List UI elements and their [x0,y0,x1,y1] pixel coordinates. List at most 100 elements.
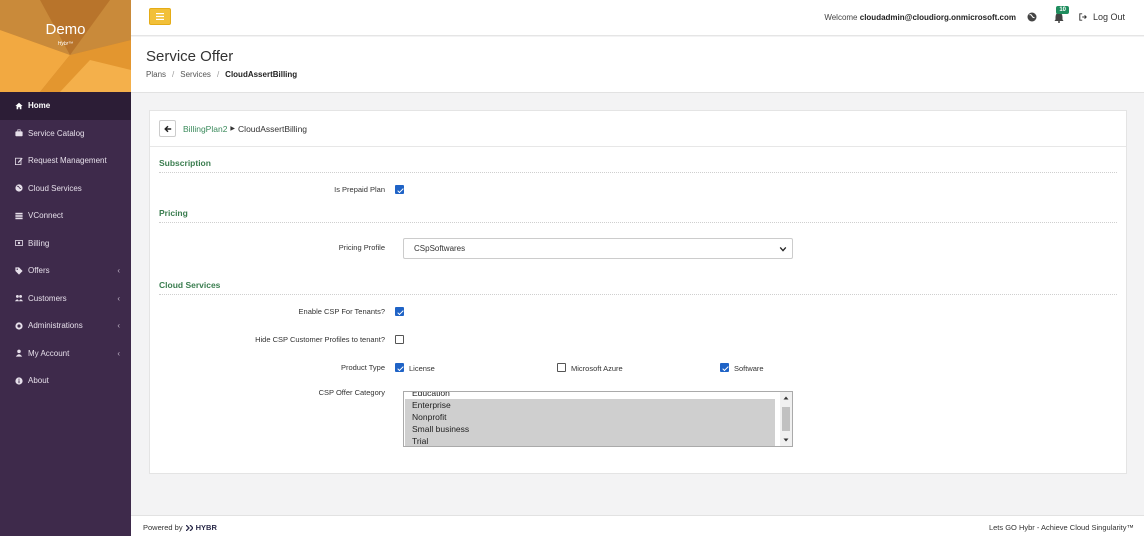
sidebar-item-label: Service Catalog [28,128,85,138]
pricing-profile-select[interactable]: CSpSoftwares [403,238,793,259]
billing-plan-link[interactable]: BillingPlan2 [183,124,227,134]
panel-header: BillingPlan2 ▶ CloudAssertBilling [150,111,1126,147]
briefcase-icon [14,129,23,138]
money-icon [14,239,23,248]
service-offer-panel: BillingPlan2 ▶ CloudAssertBilling Subscr… [149,110,1127,474]
hide-csp-label: Hide CSP Customer Profiles to tenant? [255,335,385,344]
brand-title: Demo [45,21,86,38]
product-type-license-label: License [409,364,435,373]
prepaid-plan-label: Is Prepaid Plan [334,185,385,194]
logout-button[interactable]: Log Out [1079,12,1125,22]
scroll-up-icon[interactable] [780,394,792,402]
sidebar-item-label: Customers [28,293,67,303]
sidebar-item-label: Request Management [28,156,107,166]
offer-category-option[interactable]: Small business [405,423,775,435]
sidebar-nav: Home Service Catalog Request Management … [0,92,131,395]
scroll-down-icon[interactable] [780,436,792,444]
sidebar-item-service-catalog[interactable]: Service Catalog [0,120,131,148]
hybr-logo-icon [185,524,193,531]
chevron-left-icon: ‹ [117,266,120,275]
section-title-subscription: Subscription [159,158,211,168]
sidebar-item-label: Cloud Services [28,183,82,193]
user-email: cloudadmin@cloudiorg.onmicrosoft.com [859,13,1016,22]
section-divider [159,222,1117,223]
breadcrumb-plans[interactable]: Plans [146,70,166,79]
section-title-pricing: Pricing [159,208,188,218]
sidebar-item-customers[interactable]: Customers ‹ [0,285,131,313]
globe-icon[interactable] [1027,12,1037,22]
footer: Powered by HYBR Lets GO Hybr - Achieve C… [131,515,1144,536]
chevron-left-icon: ‹ [117,321,120,330]
brand-header: Demo Hybr™ [0,0,131,92]
sidebar: Demo Hybr™ Home Service Catalog Request … [0,0,131,536]
offer-category-label: CSP Offer Category [318,388,385,397]
offer-category-options: Education Enterprise Nonprofit Small bus… [405,392,775,446]
sidebar-item-about[interactable]: About [0,367,131,395]
chevron-left-icon: ‹ [117,348,120,358]
notification-badge: 10 [1056,6,1069,14]
chevron-down-icon [779,246,787,252]
powered-by-text: Powered by [143,523,183,532]
menu-toggle-button[interactable] [149,8,171,25]
product-type-software-label: Software [734,364,764,373]
enable-csp-label: Enable CSP For Tenants? [298,307,385,316]
enable-csp-checkbox[interactable] [395,307,404,316]
sign-out-icon [1079,13,1087,21]
sidebar-item-my-account[interactable]: My Account ‹ [0,340,131,368]
scroll-thumb[interactable] [782,407,790,431]
product-type-software-checkbox[interactable] [720,363,729,372]
home-icon [14,101,23,110]
edit-icon [14,156,23,165]
offer-category-option[interactable]: Nonprofit [405,411,775,423]
sidebar-item-administrations[interactable]: Administrations ‹ [0,312,131,340]
life-ring-icon [14,321,23,330]
offer-category-option[interactable]: Education [405,392,775,399]
sidebar-item-label: Administrations [28,321,83,331]
breadcrumb-separator: / [216,70,220,79]
sidebar-item-vconnect[interactable]: VConnect [0,202,131,230]
current-service-name: CloudAssertBilling [238,123,308,134]
sidebar-item-home[interactable]: Home [0,92,131,120]
section-title-cloud-services: Cloud Services [159,280,221,290]
product-type-azure-checkbox[interactable] [557,363,566,372]
user-icon [14,349,23,358]
sidebar-item-offers[interactable]: Offers ‹ [0,257,131,285]
logout-label: Log Out [1092,12,1125,22]
pricing-profile-label: Pricing Profile [338,243,385,252]
hybr-logo-text: HYBR [195,523,217,532]
server-icon [14,211,23,220]
breadcrumb-separator: / [172,70,175,79]
chevron-left-icon: ‹ [117,293,120,303]
product-type-license-checkbox[interactable] [395,363,404,372]
listbox-scrollbar[interactable] [780,392,792,446]
sidebar-item-label: Home [28,101,51,111]
caret-right-icon: ▶ [230,126,236,132]
back-button[interactable] [159,120,176,137]
sidebar-item-label: VConnect [28,211,64,221]
offer-category-option[interactable]: Trial [405,435,775,446]
globe-icon [14,184,23,193]
sidebar-item-cloud-services[interactable]: Cloud Services [0,175,131,203]
offer-category-listbox[interactable]: Education Enterprise Nonprofit Small bus… [403,391,793,447]
breadcrumb-current: CloudAssertBilling [225,70,298,79]
footer-powered-by: Powered by HYBR [143,523,217,532]
page-header: Service Offer Plans / Services / CloudAs… [131,37,1144,93]
arrow-left-icon [163,125,171,132]
sidebar-item-request-management[interactable]: Request Management [0,147,131,175]
breadcrumb: Plans / Services / CloudAssertBilling [146,70,297,79]
top-bar: Welcome cloudadmin@cloudiorg.onmicrosoft… [131,0,1144,36]
hide-csp-checkbox[interactable] [395,335,404,344]
offer-category-option[interactable]: Enterprise [405,399,775,411]
sidebar-item-label: Offers [28,266,50,276]
info-icon [14,376,23,385]
product-type-azure-label: Microsoft Azure [571,364,623,373]
sidebar-item-billing[interactable]: Billing [0,230,131,258]
prepaid-plan-checkbox[interactable] [395,185,404,194]
welcome-prefix: Welcome [824,13,858,22]
section-divider [159,172,1117,173]
product-type-label: Product Type [340,363,385,372]
welcome-text: Welcome cloudadmin@cloudiorg.onmicrosoft… [824,13,1016,22]
page-title: Service Offer [146,48,234,65]
footer-tagline: Lets GO Hybr - Achieve Cloud Singularity… [988,523,1134,532]
breadcrumb-services[interactable]: Services [180,70,211,79]
